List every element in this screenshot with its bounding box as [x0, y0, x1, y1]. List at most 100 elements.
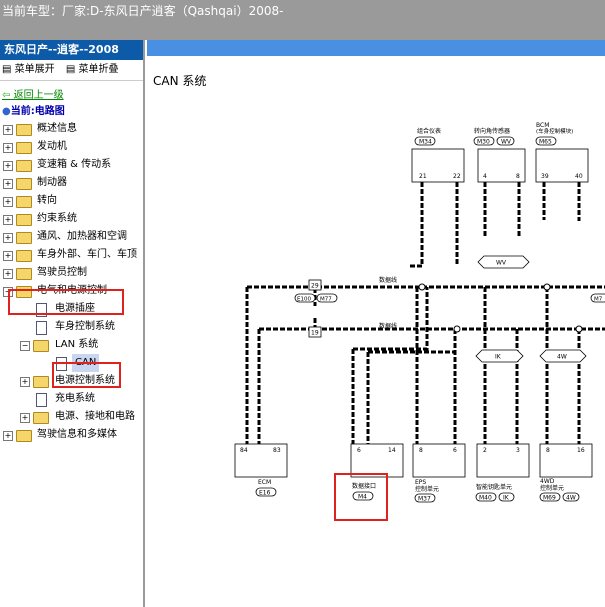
svg-text:19: 19: [311, 330, 319, 337]
expand-icon[interactable]: +: [3, 269, 13, 279]
sidebar: 东风日产--逍客--2008 ▤ 菜单展开 ▤ 菜单折叠 ⇦ 返回上一级 ●当前…: [0, 40, 145, 607]
svg-text:WV: WV: [496, 260, 507, 267]
svg-text:E16: E16: [259, 490, 271, 497]
svg-text:(车身控制模块): (车身控制模块): [536, 127, 573, 135]
eps-control-unit: 8 6 EPS 控制单元 M37: [412, 443, 466, 503]
svg-text:84: 84: [240, 447, 248, 454]
menu-icon: ▤: [2, 64, 12, 75]
document-icon: [36, 321, 47, 335]
4wd-control-unit: 8 16 4WD 控制单元 M69 4W: [539, 443, 593, 502]
svg-text:16: 16: [577, 447, 585, 454]
expand-icon[interactable]: +: [3, 233, 13, 243]
nav-tree: + 概述信息 + 发动机 + 变速箱 & 传动系 + 制动器 + 转向 + 约束系统 + 通风…: [0, 120, 143, 444]
combination-meter: 组合仪表 M34 21 22: [411, 127, 465, 183]
tree-item-steering[interactable]: + 转向: [0, 192, 143, 210]
svg-text:4WD: 4WD: [540, 478, 555, 485]
svg-text:21: 21: [419, 173, 427, 180]
svg-text:M30: M30: [477, 139, 490, 146]
data-link-connector: 6 14 数据接口 M4: [350, 443, 404, 501]
svg-text:29: 29: [311, 283, 319, 290]
folder-icon: [33, 376, 49, 388]
svg-text:M37: M37: [418, 496, 431, 503]
tag-wv: WV: [477, 255, 530, 269]
tree-item-hvac[interactable]: + 通风、加热器和空调: [0, 228, 143, 246]
svg-text:WV: WV: [501, 139, 512, 146]
expand-icon[interactable]: +: [3, 179, 13, 189]
connector-m7-edge: M7: [590, 293, 605, 303]
expand-icon[interactable]: +: [3, 197, 13, 207]
tree-item-power-ground[interactable]: + 电源、接地和电路: [0, 408, 143, 426]
back-arrow-icon: ⇦: [2, 90, 11, 101]
document-icon: [36, 393, 47, 407]
back-link[interactable]: ⇦ 返回上一级: [0, 88, 143, 104]
svg-text:ECM: ECM: [258, 479, 271, 486]
ecm: 84 83 ECM E16: [234, 443, 288, 497]
sidebar-header: 东风日产--逍客--2008: [0, 40, 143, 60]
svg-text:4W: 4W: [566, 495, 576, 502]
tree-item-body[interactable]: + 车身外部、车门、车顶: [0, 246, 143, 264]
svg-text:6: 6: [357, 447, 361, 454]
wire-junctions: [418, 283, 583, 333]
folder-icon: [16, 232, 32, 244]
tree-item-overview[interactable]: + 概述信息: [0, 120, 143, 138]
svg-text:控制单元: 控制单元: [540, 484, 564, 492]
tree-item-brakes[interactable]: + 制动器: [0, 174, 143, 192]
highlight-box: [8, 289, 124, 315]
svg-text:40: 40: [575, 173, 583, 180]
svg-text:8: 8: [546, 447, 550, 454]
can-wiring-diagram: 组合仪表 M34 21 22 转向角传感器 M30 WV 4 8 BCM (车身…: [234, 122, 605, 521]
folder-icon: [16, 142, 32, 154]
wire-label: 数据线: [379, 322, 397, 330]
expand-icon[interactable]: +: [20, 413, 30, 423]
wire-label: 数据线: [379, 276, 397, 284]
svg-text:BCM: BCM: [536, 122, 549, 129]
tree-item-lan[interactable]: − LAN 系统: [0, 336, 143, 354]
steering-angle-sensor: 转向角传感器 M30 WV 4 8: [473, 127, 526, 183]
folder-icon: [16, 196, 32, 208]
expand-icon[interactable]: +: [3, 143, 13, 153]
svg-text:控制单元: 控制单元: [415, 485, 439, 493]
collapse-icon[interactable]: −: [20, 341, 30, 351]
expand-menu-button[interactable]: ▤ 菜单展开: [2, 64, 55, 75]
tree-item-driver-controls[interactable]: + 驾驶员控制: [0, 264, 143, 282]
svg-text:6: 6: [453, 447, 457, 454]
expand-icon[interactable]: +: [3, 431, 13, 441]
folder-icon: [16, 214, 32, 226]
expand-icon[interactable]: +: [3, 125, 13, 135]
svg-text:3: 3: [516, 447, 520, 454]
svg-text:数据接口: 数据接口: [352, 482, 376, 490]
svg-text:M7: M7: [594, 297, 603, 303]
folder-icon: [16, 430, 32, 442]
person-icon: ●: [2, 106, 11, 117]
tag-4w: 4W: [539, 349, 587, 363]
svg-text:M40: M40: [479, 495, 492, 502]
bcm: BCM (车身控制模块) M65 39 40: [535, 122, 589, 183]
expand-icon[interactable]: +: [20, 377, 30, 387]
svg-text:4: 4: [483, 173, 487, 180]
connector-19: 19: [308, 326, 322, 338]
current-location: ●当前:电路图: [2, 106, 65, 117]
collapse-menu-button[interactable]: ▤ 菜单折叠: [66, 64, 119, 75]
svg-text:39: 39: [541, 173, 549, 180]
tree-item-charging[interactable]: 充电系统: [0, 390, 143, 408]
svg-text:组合仪表: 组合仪表: [417, 127, 441, 135]
tree-item-transmission[interactable]: + 变速箱 & 传动系: [0, 156, 143, 174]
folder-open-icon: [33, 340, 49, 352]
svg-text:14: 14: [388, 447, 396, 454]
sidebar-toolbar: ▤ 菜单展开 ▤ 菜单折叠: [0, 60, 143, 81]
svg-text:智能钥匙单元: 智能钥匙单元: [476, 483, 512, 491]
folder-icon: [16, 178, 32, 190]
svg-text:转向角传感器: 转向角传感器: [474, 127, 510, 135]
tree-item-body-control[interactable]: 车身控制系统: [0, 318, 143, 336]
expand-icon[interactable]: +: [3, 215, 13, 225]
tree-item-restraints[interactable]: + 约束系统: [0, 210, 143, 228]
expand-icon[interactable]: +: [3, 161, 13, 171]
svg-text:M69: M69: [543, 495, 556, 502]
svg-text:4W: 4W: [557, 354, 567, 361]
tree-item-engine[interactable]: + 发动机: [0, 138, 143, 156]
expand-icon[interactable]: +: [3, 251, 13, 261]
tree-item-infotainment[interactable]: + 驾驶信息和多媒体: [0, 426, 143, 444]
content-header-bar: [147, 40, 605, 56]
folder-icon: [16, 250, 32, 262]
tag-ik: IK: [475, 349, 524, 363]
